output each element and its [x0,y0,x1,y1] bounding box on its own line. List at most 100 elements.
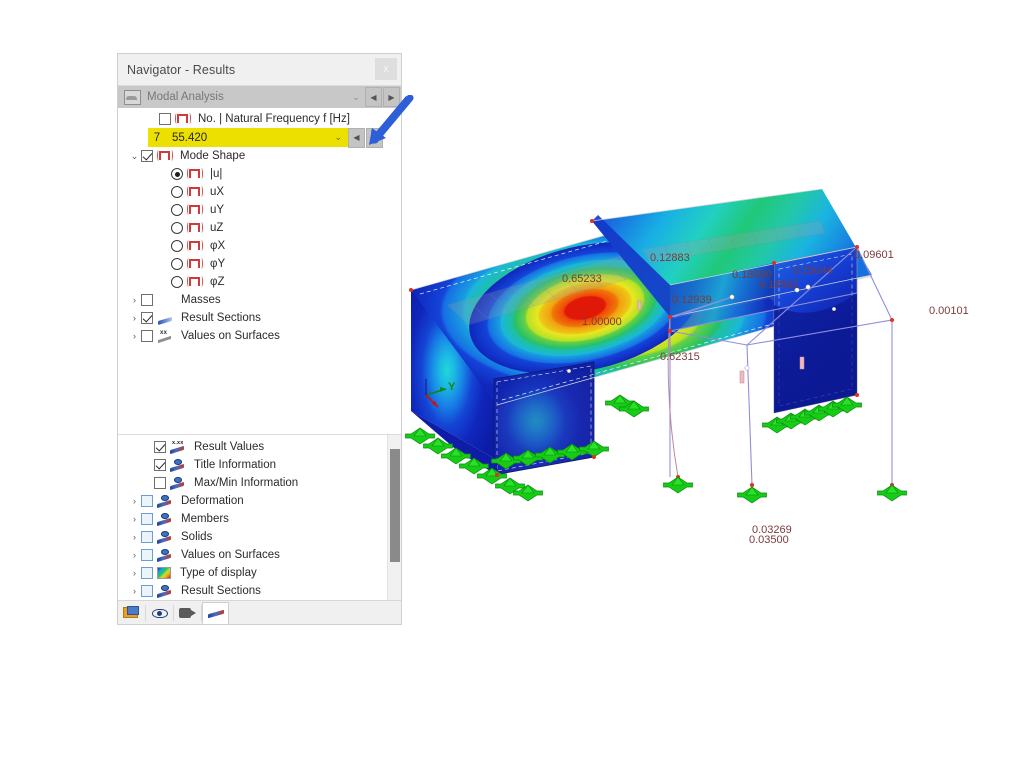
camera-tab[interactable] [174,602,201,624]
checkbox[interactable] [141,531,153,543]
checkbox[interactable] [154,459,166,471]
radio-button[interactable] [171,258,183,270]
result-value-label: 0.00101 [929,305,969,317]
tree-item-y[interactable]: › φY [118,255,401,273]
eye-icon [157,495,173,507]
frequency-select[interactable]: 7 55.420 ⌄ [148,128,348,147]
chevron-right-icon: › [158,241,171,251]
display-item-max-min-information[interactable]: › Max/Min Information [118,474,401,492]
chevron-right-icon: › [141,460,154,470]
analysis-label: Modal Analysis [147,91,224,103]
display-item-values-on-surfaces[interactable]: › Values on Surfaces [118,546,401,564]
frequency-prev-button[interactable]: ◀ [348,127,365,148]
chevron-down-icon[interactable]: ⌄ [334,132,342,143]
result-value-label: 0.12883 [650,252,690,264]
tree-item-label: Solids [181,531,213,543]
checkbox[interactable] [141,549,153,561]
close-icon[interactable]: x [375,58,397,80]
page-title: Navigator - Results [127,62,236,77]
eye-icon [157,549,173,561]
display-item-title-information[interactable]: › Title Information [118,456,401,474]
display-item-solids[interactable]: › Solids [118,528,401,546]
analysis-selector-row[interactable]: Modal Analysis ⌄ ◀ ▶ [118,86,401,108]
analysis-prev-button[interactable]: ◀ [365,87,382,107]
radio-button[interactable] [171,186,183,198]
eye-icon [157,513,173,525]
chevron-down-icon[interactable]: ⌄ [347,86,365,108]
result-value-label: 0.65233 [562,273,602,285]
display-tab[interactable] [146,602,173,624]
display-item-deformation[interactable]: › Deformation [118,492,401,510]
mode-shape-icon [187,258,203,270]
chevron-down-icon[interactable]: ⌄ [128,151,141,162]
chevron-right-icon[interactable]: › [128,514,141,524]
navigator-titlebar: Navigator - Results x [118,54,401,86]
result-value-label: 0.03500 [749,534,789,546]
radio-button[interactable] [171,204,183,216]
chevron-right-icon[interactable]: › [128,532,141,542]
chevron-right-icon[interactable]: › [128,568,141,578]
tree-item-label: φX [210,240,226,252]
chevron-right-icon[interactable]: › [128,586,141,596]
tree-item-x[interactable]: › φX [118,237,401,255]
chevron-right-icon[interactable]: › [128,496,141,506]
tree-item-label: uX [210,186,225,198]
tree-item-label: |u| [210,168,223,180]
checkbox[interactable] [141,294,153,306]
checkbox[interactable] [141,513,153,525]
scrollbar-thumb[interactable] [390,449,400,562]
mode-shape-icon [187,222,203,234]
checkbox[interactable] [159,113,171,125]
chevron-right-icon[interactable]: › [128,313,141,323]
checkbox[interactable] [141,495,153,507]
tree-item-label: No. | Natural Frequency f [Hz] [198,113,350,125]
display-item-result-values[interactable]: › x.xx Result Values [118,438,401,456]
chevron-right-icon: › [158,187,171,197]
analysis-next-button[interactable]: ▶ [383,87,400,107]
tree-item-values-on-surfaces[interactable]: › xx Values on Surfaces [118,327,401,345]
navigator-panel: Navigator - Results x Modal Analysis ⌄ ◀… [117,53,402,625]
radio-button[interactable] [171,222,183,234]
model-viewport[interactable]: Y 0.65233 0.12883 1.00000 0.12939 0.62315 0.1… [402,185,1024,546]
chevron-right-icon[interactable]: › [128,550,141,560]
checkbox[interactable] [141,585,153,597]
result-sections-tab[interactable] [202,601,229,624]
chevron-right-icon: › [158,205,171,215]
tree-item-label: Values on Surfaces [181,549,280,561]
mode-shape-icon [187,186,203,198]
display-item-result-sections[interactable]: › Result Sections [118,582,401,600]
chevron-right-icon: › [141,442,154,452]
checkbox[interactable] [154,477,166,489]
result-value-label: 0.62315 [660,351,700,363]
result-value-label: 1.00000 [582,316,622,328]
checkbox[interactable] [141,150,153,162]
tree-item-mode-shape[interactable]: ⌄ Mode Shape [118,147,401,165]
tree-item-u[interactable]: › |u| [118,165,401,183]
radio-button[interactable] [171,276,183,288]
tree-item-label: φY [210,258,226,270]
display-item-members[interactable]: › Members [118,510,401,528]
checkbox[interactable] [141,567,153,579]
checkbox[interactable] [154,441,166,453]
frequency-next-button[interactable]: ▶ [366,127,383,148]
radio-button[interactable] [171,240,183,252]
display-tree-scrollbar[interactable] [387,435,401,600]
chevron-right-icon[interactable]: › [128,331,141,341]
checkbox[interactable] [141,312,153,324]
tree-item-uy[interactable]: › uY [118,201,401,219]
tree-item-no-natural-frequency-f-hz[interactable]: › No. | Natural Frequency f [Hz] [118,110,401,128]
open-results-tab[interactable] [118,602,145,624]
chevron-right-icon: › [158,259,171,269]
result-value-label: 0.12939 [672,294,712,306]
display-item-type-of-display[interactable]: › Type of display [118,564,401,582]
tree-item-uz[interactable]: › uZ [118,219,401,237]
tree-item-masses[interactable]: › Masses [118,291,401,309]
chevron-right-icon: › [141,478,154,488]
tree-item-z[interactable]: › φZ [118,273,401,291]
tree-item-result-sections[interactable]: › Result Sections [118,309,401,327]
tree-item-ux[interactable]: › uX [118,183,401,201]
checkbox[interactable] [141,330,153,342]
tree-item-label: Values on Surfaces [181,330,280,342]
radio-button[interactable] [171,168,183,180]
chevron-right-icon[interactable]: › [128,295,141,305]
